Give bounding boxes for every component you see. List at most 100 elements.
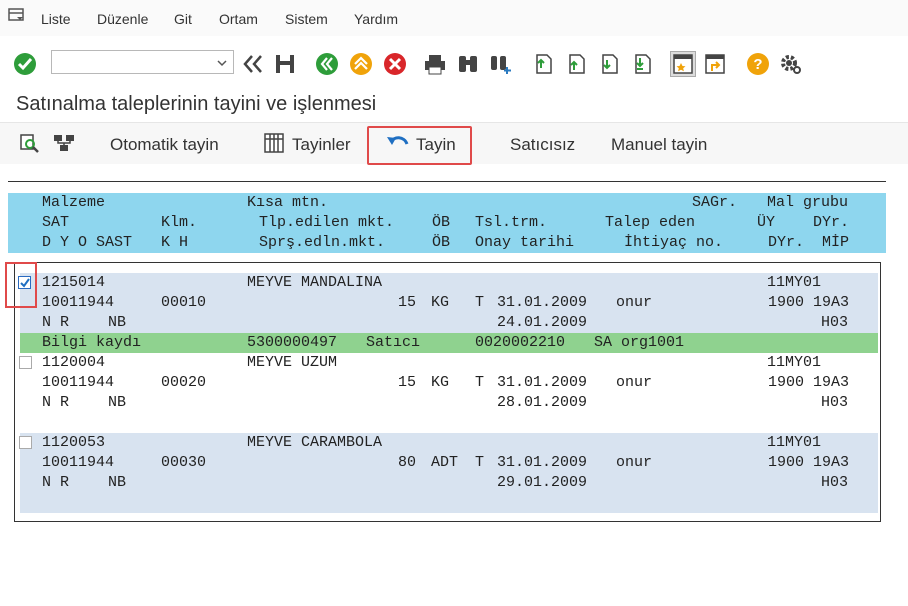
cancel-icon[interactable] [382,51,408,77]
short-text: MEYVE UZUM [247,354,338,371]
tayin-highlight-box [367,126,472,165]
back-double-icon[interactable] [240,51,266,77]
print-icon[interactable] [422,51,448,77]
header-row-2: SAT Klm. Tlp.edilen mkt. ÖB Tsl.trm. Tal… [8,213,886,233]
header-tsl-trm: Tsl.trm. [475,214,548,231]
back-green-icon[interactable] [314,51,340,77]
header-mal-grubu: Mal grubu [767,194,849,211]
shortcut-icon[interactable] [702,51,728,77]
vendor-label: Satıcı [366,334,421,351]
menu-yardim[interactable]: Yardım [354,11,398,27]
next-page-icon[interactable] [596,51,622,77]
header-ob: ÖB [432,214,451,231]
checkbox-highlight-box [5,262,37,308]
mip: H03 [821,474,849,491]
menu-liste[interactable]: Liste [41,11,71,27]
unit: ADT [431,454,459,471]
header-dyr: DYr. [813,214,850,231]
mip: H03 [821,314,849,331]
header-ihtiyac-no: İhtiyaç no. [624,234,724,251]
list-item[interactable]: 1120004 MEYVE UZUM 11MY01 [20,353,878,373]
manuel-tayin-button[interactable]: Manuel tayin [611,135,707,155]
header-uy: ÜY [757,214,776,231]
unit: KG [431,294,450,311]
approval-date: 24.01.2009 [497,314,588,331]
list-item[interactable]: 1215014 MEYVE MANDALINA 11MY01 [20,273,878,293]
date-type: T [475,374,485,391]
header-row-1: Malzeme Kısa mtn. SAGr. Mal grubu [8,193,886,213]
dyo: N R [42,474,70,491]
header-sprs-mkt: Sprş.edln.mkt. [259,234,386,251]
item-checkbox[interactable] [19,436,32,449]
org-structure-icon[interactable] [52,132,76,159]
header-mip: MİP [822,234,850,251]
header-malzeme: Malzeme [42,194,106,211]
svg-text:?: ? [753,56,762,73]
list-spacer [20,493,878,513]
uy-dyr: 1900 19A3 [768,454,850,471]
requester: onur [616,454,653,471]
quantity: 15 [398,294,417,311]
menu-icon[interactable] [8,8,26,22]
menu-bar: Liste Düzenle Git Ortam Sistem Yardım [0,0,908,36]
sat-number: 10011944 [42,294,115,311]
requester: onur [616,374,653,391]
sast: NB [108,474,127,491]
find-next-icon[interactable] [488,51,514,77]
tayinler-button[interactable]: Tayinler [292,135,351,155]
date-type: T [475,294,485,311]
settings-gear-icon[interactable] [778,51,804,77]
material-number: 1215014 [42,274,106,291]
saticisiz-button[interactable]: Satıcısız [510,135,575,155]
list-item-detail[interactable]: 10011944 00020 15 KG T 31.01.2009 onur 1… [20,373,878,393]
requester: onur [616,294,653,311]
header-ob-2: ÖB [432,234,451,251]
otomatik-tayin-button[interactable]: Otomatik tayin [110,135,219,155]
header-sat: SAT [42,214,70,231]
quantity: 80 [398,454,417,471]
delivery-date: 31.01.2009 [497,454,588,471]
list-item-status[interactable]: N R NB 28.01.2009 H03 [20,393,878,413]
list-item[interactable]: 1120053 MEYVE CARAMBOLA 11MY01 [20,433,878,453]
delivery-date: 31.01.2009 [497,294,588,311]
klm: 00030 [161,454,207,471]
approval-date: 29.01.2009 [497,474,588,491]
sat-number: 10011944 [42,374,115,391]
help-icon[interactable]: ? [745,51,771,77]
delivery-date: 31.01.2009 [497,374,588,391]
assignments-table-icon [264,133,284,158]
menu-duzenle[interactable]: Düzenle [97,11,148,27]
header-row-3: D Y O SAST K H Sprş.edln.mkt. ÖB Onay ta… [8,233,886,253]
list-separator [8,181,886,182]
exit-up-icon[interactable] [348,51,374,77]
create-session-icon[interactable] [670,51,696,77]
detail-search-icon[interactable] [18,132,40,159]
sat-number: 10011944 [42,454,115,471]
find-icon[interactable] [455,51,481,77]
sagr-mal-grubu: 11MY01 [767,274,822,291]
header-kh: K H [161,234,189,251]
list-item-status[interactable]: N R NB 29.01.2009 H03 [20,473,878,493]
item-checkbox[interactable] [19,356,32,369]
sagr-mal-grubu: 11MY01 [767,434,822,451]
info-record-row[interactable]: Bilgi kaydı 5300000497 Satıcı 0020002210… [20,333,878,353]
list-item-detail[interactable]: 10011944 00030 80 ADT T 31.01.2009 onur … [20,453,878,473]
header-sagr: SAGr. [692,194,738,211]
last-page-icon[interactable] [629,51,655,77]
menu-sistem[interactable]: Sistem [285,11,328,27]
uy-dyr: 1900 19A3 [768,294,850,311]
save-icon[interactable] [272,51,298,77]
dyo: N R [42,394,70,411]
list-item-detail[interactable]: 10011944 00010 15 KG T 31.01.2009 onur 1… [20,293,878,313]
menu-ortam[interactable]: Ortam [219,11,258,27]
list-item-status[interactable]: N R NB 24.01.2009 H03 [20,313,878,333]
previous-page-icon[interactable] [563,51,589,77]
header-tlp-mkt: Tlp.edilen mkt. [259,214,395,231]
quantity: 15 [398,374,417,391]
menu-git[interactable]: Git [174,11,192,27]
header-onay-tarihi: Onay tarihi [475,234,575,251]
uy-dyr: 1900 19A3 [768,374,850,391]
header-talep-eden: Talep eden [605,214,696,231]
purchasing-org: SA org1001 [594,334,685,351]
first-page-icon[interactable] [530,51,556,77]
